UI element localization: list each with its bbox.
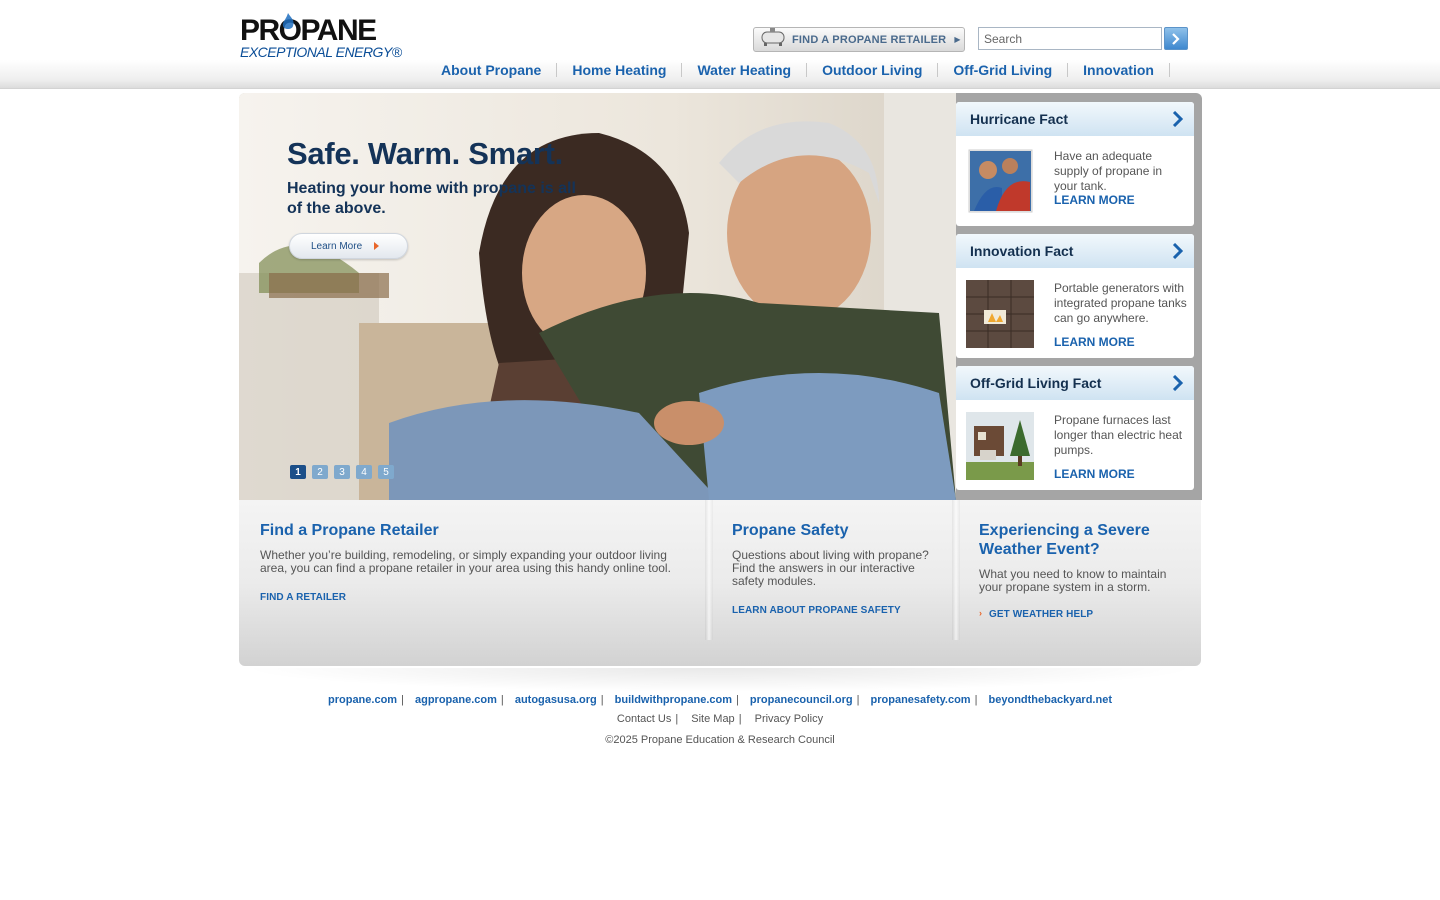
logo-tagline: EXCEPTIONAL ENERGY® — [240, 44, 402, 60]
hero-carousel: Safe. Warm. Smart. Heating your home wit… — [239, 93, 956, 500]
find-retailer-button[interactable]: FIND A PROPANE RETAILER ▶ — [753, 27, 965, 52]
chevron-right-icon — [1172, 375, 1184, 391]
find-retailer-label: FIND A PROPANE RETAILER — [792, 33, 947, 46]
chevron-right-icon — [1172, 243, 1184, 259]
footer-privacy-policy[interactable]: Privacy Policy — [755, 713, 823, 725]
carousel-pager: 1 2 3 4 5 — [290, 465, 394, 479]
search-input[interactable] — [978, 27, 1162, 50]
chevron-right-icon — [1172, 32, 1180, 45]
propane-logo[interactable]: PROPANE EXCEPTIONAL ENERGY® — [240, 13, 402, 60]
feature-panels: Find a Propane Retailer Whether you’re b… — [239, 500, 1201, 666]
footer-utility-links: Contact Us | Site Map | Privacy Policy — [616, 713, 824, 725]
nav-innovation[interactable]: Innovation — [1068, 63, 1170, 77]
propane-tank-icon — [761, 27, 785, 46]
family-thumbnail-image — [968, 149, 1033, 213]
footer-shadow — [239, 668, 1201, 692]
footer-site-map[interactable]: Site Map — [691, 713, 734, 725]
get-weather-help-link[interactable]: GET WEATHER HELP — [989, 609, 1093, 620]
chevron-right-icon — [1172, 111, 1184, 127]
carousel-page-2[interactable]: 2 — [312, 465, 328, 479]
find-retailer-panel-title: Find a Propane Retailer — [260, 522, 439, 539]
cabin-thumbnail-image — [966, 412, 1034, 480]
arrow-right-icon: ▶ — [954, 35, 961, 44]
footer-link-propanecouncil[interactable]: propanecouncil.org — [750, 694, 853, 706]
column-divider — [705, 500, 713, 640]
carousel-page-5[interactable]: 5 — [378, 465, 394, 479]
nav-about-propane[interactable]: About Propane — [426, 63, 558, 77]
bullet-icon: › — [979, 608, 982, 618]
hurricane-fact-header[interactable]: Hurricane Fact — [956, 102, 1194, 136]
off-grid-fact-title: Off-Grid Living Fact — [970, 375, 1102, 391]
severe-weather-panel-title: Experiencing a Severe Weather Event? — [979, 522, 1150, 558]
off-grid-fact-panel: Off-Grid Living Fact Propane furnaces la… — [956, 366, 1194, 490]
learn-about-safety-link[interactable]: LEARN ABOUT PROPANE SAFETY — [732, 605, 901, 616]
hero-learn-more-button[interactable]: Learn More — [289, 233, 408, 259]
innovation-fact-text: Portable generators with integrated prop… — [1054, 281, 1187, 325]
fireplace-thumbnail-image — [966, 280, 1034, 348]
hero-title: Safe. Warm. Smart. — [287, 136, 563, 171]
main-nav: About Propane Home Heating Water Heating… — [426, 61, 1170, 79]
footer-link-agpropane[interactable]: agpropane.com — [415, 694, 497, 706]
footer-site-links: propane.com | agpropane.com | autogasusa.o… — [328, 694, 1112, 706]
hurricane-fact-panel: Hurricane Fact Have an adequate supply o… — [956, 102, 1194, 226]
footer-link-buildwithpropane[interactable]: buildwithpropane.com — [615, 694, 732, 706]
find-a-retailer-link[interactable]: FIND A RETAILER — [260, 592, 346, 603]
hero-learn-more-label: Learn More — [311, 240, 363, 252]
nav-home-heating[interactable]: Home Heating — [557, 63, 683, 77]
propane-safety-panel-title: Propane Safety — [732, 522, 849, 539]
carousel-page-1[interactable]: 1 — [290, 465, 306, 479]
carousel-page-3[interactable]: 3 — [334, 465, 350, 479]
footer-contact-us[interactable]: Contact Us — [617, 713, 671, 725]
footer-link-propane[interactable]: propane.com — [328, 694, 397, 706]
off-grid-learn-more-link[interactable]: LEARN MORE — [1054, 467, 1135, 481]
find-retailer-panel-text: Whether you’re building, remodeling, or … — [260, 548, 671, 575]
off-grid-fact-header[interactable]: Off-Grid Living Fact — [956, 366, 1194, 400]
footer-link-propanesafety[interactable]: propanesafety.com — [871, 694, 971, 706]
play-arrow-icon — [374, 242, 380, 250]
innovation-learn-more-link[interactable]: LEARN MORE — [1054, 335, 1135, 349]
logo-wordmark: PROPANE — [240, 14, 377, 47]
carousel-page-4[interactable]: 4 — [356, 465, 372, 479]
search-button[interactable] — [1164, 27, 1188, 50]
nav-off-grid-living[interactable]: Off-Grid Living — [938, 63, 1069, 77]
nav-water-heating[interactable]: Water Heating — [682, 63, 808, 77]
site-header: PROPANE EXCEPTIONAL ENERGY® FIND A PROPA… — [0, 0, 1440, 89]
severe-weather-panel-text: What you need to know to maintain your p… — [979, 567, 1167, 594]
copyright-text: ©2025 Propane Education & Research Counc… — [605, 734, 835, 746]
innovation-fact-title: Innovation Fact — [970, 243, 1074, 259]
innovation-fact-panel: Innovation Fact Portable generators with… — [956, 234, 1194, 358]
column-divider — [952, 500, 960, 640]
propane-safety-panel-text: Questions about living with propane? Fin… — [732, 548, 929, 588]
hurricane-learn-more-link[interactable]: LEARN MORE — [1054, 193, 1135, 207]
footer-link-autogasusa[interactable]: autogasusa.org — [515, 694, 597, 706]
innovation-fact-header[interactable]: Innovation Fact — [956, 234, 1194, 268]
hero-subtitle: Heating your home with propane is all of… — [287, 180, 576, 217]
nav-outdoor-living[interactable]: Outdoor Living — [807, 63, 939, 77]
hurricane-fact-title: Hurricane Fact — [970, 111, 1069, 127]
footer-link-beyondthebackyard[interactable]: beyondthebackyard.net — [989, 694, 1112, 706]
hurricane-fact-text: Have an adequate supply of propane in yo… — [1054, 149, 1163, 193]
flame-icon — [282, 13, 294, 29]
off-grid-fact-text: Propane furnaces last longer than electr… — [1054, 413, 1183, 457]
